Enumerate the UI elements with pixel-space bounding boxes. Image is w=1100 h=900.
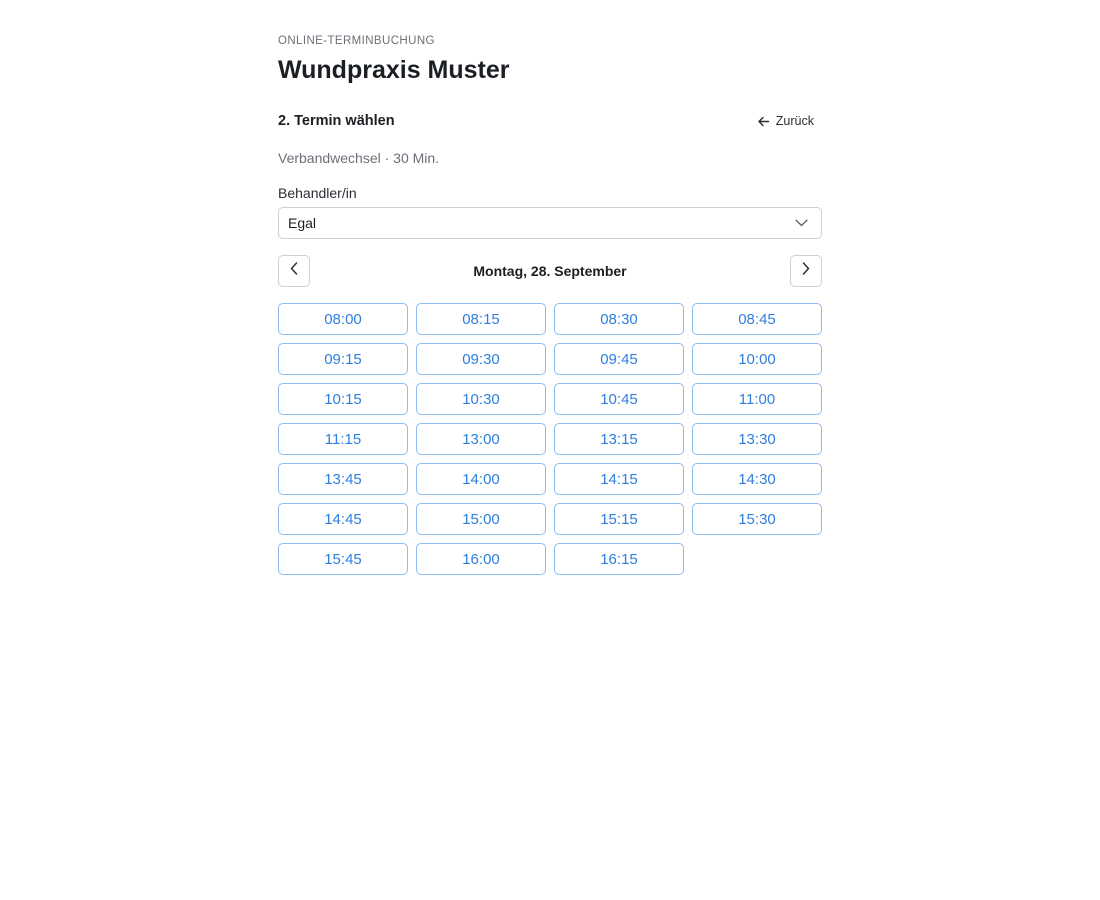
chevron-down-icon	[795, 214, 808, 232]
time-slot-button[interactable]: 08:15	[416, 303, 546, 335]
practitioner-label: Behandler/in	[278, 185, 357, 201]
time-slot-button[interactable]: 13:30	[692, 423, 822, 455]
time-slot-button[interactable]: 14:00	[416, 463, 546, 495]
back-button-label: Zurück	[775, 114, 814, 128]
time-slot-button[interactable]: 16:15	[554, 543, 684, 575]
time-slot-button[interactable]: 09:15	[278, 343, 408, 375]
time-slot-button[interactable]: 09:30	[416, 343, 546, 375]
time-slot-button[interactable]: 10:30	[416, 383, 546, 415]
time-slot-button[interactable]: 13:00	[416, 423, 546, 455]
chevron-right-icon	[802, 262, 810, 280]
time-slot-button[interactable]: 15:45	[278, 543, 408, 575]
time-slot-button[interactable]: 15:15	[554, 503, 684, 535]
time-slot-button[interactable]: 16:00	[416, 543, 546, 575]
time-slot-button[interactable]: 15:30	[692, 503, 822, 535]
time-slot-button[interactable]: 08:45	[692, 303, 822, 335]
booking-container: ONLINE-TERMINBUCHUNG Wundpraxis Muster 2…	[278, 0, 822, 575]
time-slot-button[interactable]: 15:00	[416, 503, 546, 535]
date-navigation: Montag, 28. September	[278, 255, 822, 287]
previous-day-button[interactable]	[278, 255, 310, 287]
next-day-button[interactable]	[789, 255, 822, 287]
page-eyebrow: ONLINE-TERMINBUCHUNG	[278, 35, 435, 47]
time-slot-button[interactable]: 08:00	[278, 303, 408, 335]
chevron-left-icon	[290, 262, 298, 280]
time-slot-grid: 08:00 08:15 08:30 08:45 09:15 09:30 09:4…	[278, 303, 822, 575]
time-slot-button[interactable]: 13:15	[554, 423, 684, 455]
practitioner-select[interactable]: Egal	[278, 207, 822, 239]
time-slot-button[interactable]: 11:00	[692, 383, 822, 415]
time-slot-button[interactable]: 11:15	[278, 423, 408, 455]
time-slot-button[interactable]: 08:30	[554, 303, 684, 335]
step-title: 2. Termin wählen	[278, 113, 395, 129]
page-title: Wundpraxis Muster	[278, 56, 510, 84]
practitioner-select-value: Egal	[288, 215, 317, 231]
time-slot-button[interactable]: 10:15	[278, 383, 408, 415]
time-slot-button[interactable]: 10:45	[554, 383, 684, 415]
time-slot-button[interactable]: 14:30	[692, 463, 822, 495]
current-date: Montag, 28. September	[473, 263, 627, 279]
service-info: Verbandwechsel · 30 Min.	[278, 150, 440, 166]
time-slot-button[interactable]: 14:15	[554, 463, 684, 495]
time-slot-button[interactable]: 13:45	[278, 463, 408, 495]
step-header: 2. Termin wählen Zurück	[278, 110, 822, 132]
time-slot-button[interactable]: 09:45	[554, 343, 684, 375]
time-slot-button[interactable]: 14:45	[278, 503, 408, 535]
back-button[interactable]: Zurück	[753, 112, 822, 130]
time-slot-button[interactable]: 10:00	[692, 343, 822, 375]
arrow-left-icon	[757, 115, 770, 128]
